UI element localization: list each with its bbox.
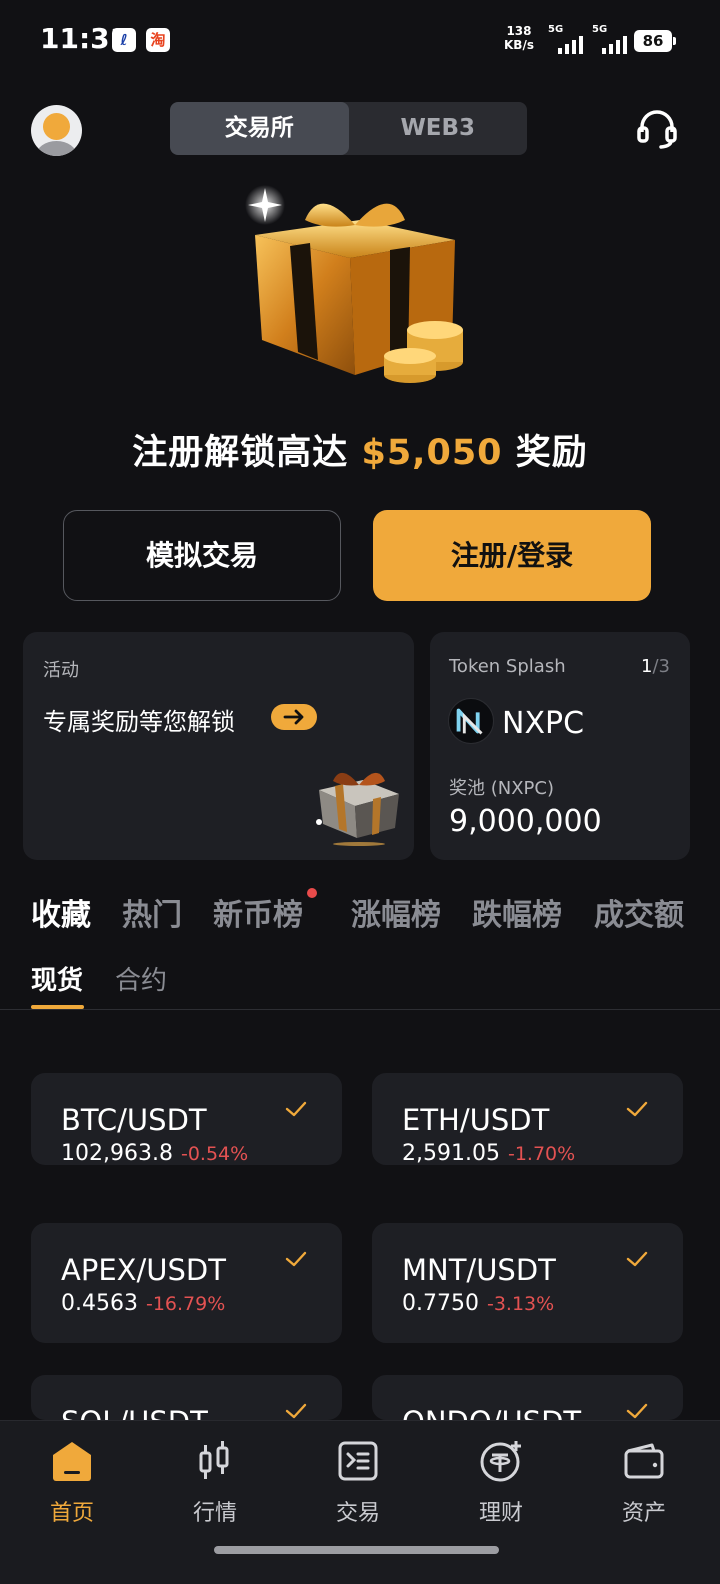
user-avatar[interactable] bbox=[31, 105, 82, 156]
network-speed-unit: KB/s bbox=[504, 38, 534, 52]
market-subtabs: 现货 合约 bbox=[31, 960, 331, 1010]
nav-trade[interactable]: 交易 bbox=[286, 1421, 430, 1541]
pair-price: 102,963.8 bbox=[61, 1141, 173, 1165]
gift-icon bbox=[316, 772, 399, 846]
pair-price: 0.4563 bbox=[61, 1291, 138, 1316]
tab-exchange[interactable]: 交易所 bbox=[170, 102, 349, 155]
signal-icon-sim2: 5G bbox=[592, 24, 632, 54]
check-icon[interactable] bbox=[284, 1401, 308, 1420]
pair-price-row: 0.7750 -3.13% bbox=[402, 1291, 554, 1316]
check-icon[interactable] bbox=[625, 1401, 649, 1420]
headline-prefix: 注册解锁高达 bbox=[132, 433, 349, 473]
nav-earn[interactable]: 理财 bbox=[429, 1421, 573, 1541]
arrow-right-icon[interactable] bbox=[271, 704, 317, 730]
new-dot-badge bbox=[307, 888, 317, 898]
pair-symbol: SOL/USDT bbox=[61, 1405, 208, 1420]
signup-reward-headline: 注册解锁高达 $5,050 奖励 bbox=[0, 424, 720, 475]
pair-symbol: MNT/USDT bbox=[402, 1253, 556, 1287]
nav-assets-label: 资产 bbox=[621, 1501, 666, 1526]
candlestick-icon bbox=[199, 1441, 229, 1479]
check-icon[interactable] bbox=[284, 1099, 308, 1119]
subtab-spot[interactable]: 现货 bbox=[31, 960, 84, 1009]
watchlist-item[interactable]: ONDO/USDT bbox=[372, 1375, 683, 1420]
home-icon bbox=[53, 1442, 91, 1481]
register-login-button[interactable]: 注册/登录 bbox=[373, 510, 651, 601]
tab-gainers[interactable]: 涨幅榜 bbox=[351, 890, 441, 934]
page-total: /3 bbox=[652, 656, 670, 677]
pair-price: 0.7750 bbox=[402, 1291, 479, 1316]
nav-markets[interactable]: 行情 bbox=[143, 1421, 287, 1541]
pair-symbol: ONDO/USDT bbox=[402, 1405, 581, 1420]
demo-trading-button[interactable]: 模拟交易 bbox=[63, 510, 341, 601]
tab-web3[interactable]: WEB3 bbox=[349, 102, 528, 155]
nav-home[interactable]: 首页 bbox=[0, 1421, 144, 1541]
carousel-page-indicator: 1/3 bbox=[641, 656, 670, 677]
nxpc-logo-icon bbox=[448, 698, 494, 744]
nav-trade-label: 交易 bbox=[335, 1501, 380, 1526]
pair-change: -16.79% bbox=[145, 1293, 226, 1315]
reward-amount: $5,050 bbox=[361, 433, 503, 473]
check-icon[interactable] bbox=[284, 1249, 308, 1269]
nav-earn-label: 理财 bbox=[478, 1501, 523, 1526]
sim2-tag: 5G bbox=[592, 24, 608, 35]
pool-value: 9,000,000 bbox=[449, 804, 602, 839]
page-current: 1 bbox=[641, 656, 653, 677]
network-speed-value: 138 bbox=[506, 24, 532, 38]
notification-app-icon: ℓ bbox=[112, 28, 136, 52]
sim1-tag: 5G bbox=[548, 24, 564, 35]
home-indicator[interactable] bbox=[214, 1546, 499, 1554]
divider bbox=[0, 1009, 720, 1010]
check-icon[interactable] bbox=[625, 1249, 649, 1269]
status-bar: 11:31 ℓ 淘 138 KB/s 5G 5G 86 bbox=[0, 0, 720, 80]
bottom-nav: 首页 行情 交易 理财 资产 bbox=[0, 1420, 720, 1584]
nav-assets[interactable]: 资产 bbox=[572, 1421, 716, 1541]
activity-tag: 活动 bbox=[43, 660, 79, 681]
pair-price-row: 0.4563 -16.79% bbox=[61, 1291, 225, 1316]
exchange-web3-switch: 交易所 WEB3 bbox=[170, 102, 527, 155]
subtab-spot-label: 现货 bbox=[31, 966, 84, 996]
check-icon[interactable] bbox=[625, 1099, 649, 1119]
tab-new-listings[interactable]: 新币榜 bbox=[213, 888, 317, 934]
tab-hot[interactable]: 热门 bbox=[122, 890, 182, 934]
token-splash-card[interactable]: Token Splash 1/3 NXPC 奖池 (NXPC) 9,000,00… bbox=[430, 632, 690, 860]
pair-price: 2,591.05 bbox=[402, 1141, 500, 1165]
wallet-icon bbox=[624, 1443, 664, 1479]
nav-markets-label: 行情 bbox=[192, 1501, 237, 1526]
token-symbol: NXPC bbox=[502, 706, 585, 741]
tab-volume[interactable]: 成交额 bbox=[594, 890, 684, 934]
gift-box-illustration bbox=[245, 185, 463, 383]
pair-price-row: 102,963.8 -0.54% bbox=[61, 1141, 248, 1165]
headset-icon[interactable] bbox=[636, 108, 678, 150]
pool-label: 奖池 (NXPC) bbox=[449, 778, 554, 799]
pair-symbol: ETH/USDT bbox=[402, 1103, 550, 1137]
network-speed: 138 KB/s bbox=[504, 24, 534, 52]
signal-icon-sim1: 5G bbox=[548, 24, 588, 54]
pair-change: -3.13% bbox=[486, 1293, 555, 1315]
earn-icon bbox=[480, 1441, 521, 1482]
tab-new-listings-label: 新币榜 bbox=[213, 898, 303, 933]
headline-suffix: 奖励 bbox=[515, 433, 588, 473]
tab-losers[interactable]: 跌幅榜 bbox=[472, 890, 562, 934]
taobao-app-icon: 淘 bbox=[146, 28, 170, 52]
token-splash-title: Token Splash bbox=[449, 656, 566, 677]
trade-icon bbox=[338, 1441, 378, 1481]
pair-symbol: APEX/USDT bbox=[61, 1253, 226, 1287]
watchlist-item[interactable]: BTC/USDT 102,963.8 -0.54% bbox=[31, 1073, 342, 1165]
activity-text: 专属奖励等您解锁 bbox=[43, 708, 235, 736]
pair-change: -1.70% bbox=[507, 1143, 576, 1165]
market-tabs: 收藏 热门 新币榜 涨幅榜 跌幅榜 成交额 bbox=[31, 888, 711, 934]
pair-change: -0.54% bbox=[180, 1143, 249, 1165]
nav-home-label: 首页 bbox=[49, 1501, 94, 1526]
watchlist-item[interactable]: ETH/USDT 2,591.05 -1.70% bbox=[372, 1073, 683, 1165]
pair-price-row: 2,591.05 -1.70% bbox=[402, 1141, 575, 1165]
battery-icon: 86 bbox=[634, 30, 676, 52]
activity-card[interactable]: 活动 专属奖励等您解锁 bbox=[23, 632, 414, 860]
pair-symbol: BTC/USDT bbox=[61, 1103, 207, 1137]
watchlist-item[interactable]: MNT/USDT 0.7750 -3.13% bbox=[372, 1223, 683, 1343]
subtab-futures[interactable]: 合约 bbox=[115, 960, 167, 997]
tab-favorites[interactable]: 收藏 bbox=[31, 890, 91, 934]
watchlist-item[interactable]: APEX/USDT 0.4563 -16.79% bbox=[31, 1223, 342, 1343]
watchlist-item[interactable]: SOL/USDT bbox=[31, 1375, 342, 1420]
